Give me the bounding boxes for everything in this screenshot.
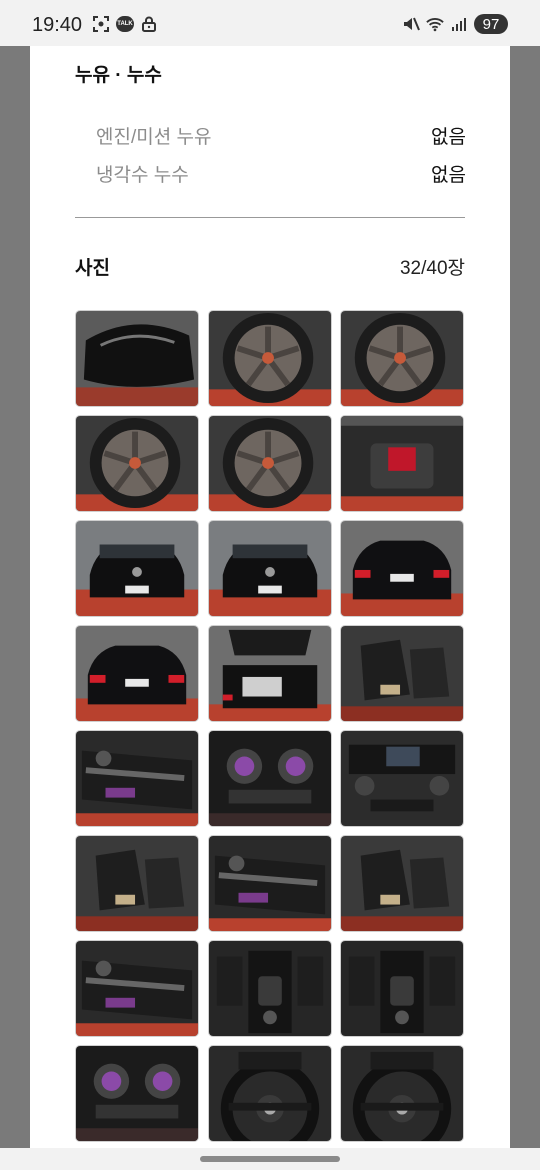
rear-vents-photo[interactable]	[208, 730, 332, 827]
status-left-icons: TALK	[92, 15, 158, 33]
photos-title: 사진	[75, 258, 110, 279]
wheel-photo[interactable]	[340, 310, 464, 407]
center-console-photo[interactable]	[208, 940, 332, 1037]
wheel-photo[interactable]	[208, 415, 332, 512]
driver-seat-photo[interactable]	[340, 835, 464, 932]
leak-row-coolant: 냉각수 누수 없음	[96, 160, 466, 190]
trunk-open-photo[interactable]	[208, 625, 332, 722]
leak-row-engine: 엔진/미션 누유 없음	[96, 122, 466, 152]
car-front-photo[interactable]	[75, 520, 199, 617]
wifi-icon	[426, 15, 444, 33]
door-panel-photo[interactable]	[75, 730, 199, 827]
engine-bay-photo[interactable]	[340, 415, 464, 512]
inspection-sheet: 누유 · 누수 엔진/미션 누유 없음 냉각수 누수 없음 사진 32/40장	[30, 46, 510, 1148]
kakaotalk-icon: TALK	[116, 16, 134, 32]
door-ambient-light-photo[interactable]	[75, 940, 199, 1037]
status-right-icons: 97	[402, 14, 508, 34]
battery-icon: 97	[474, 14, 508, 34]
status-time: 19:40	[32, 14, 83, 36]
car-rear-angle-photo[interactable]	[75, 625, 199, 722]
dashboard-photo[interactable]	[340, 730, 464, 827]
steering-wheel-photo[interactable]	[208, 1045, 332, 1142]
status-bar: 19:40 TALK 97	[0, 0, 540, 46]
mute-icon	[402, 15, 420, 33]
leak-value: 없음	[431, 165, 466, 186]
photos-count: 32/40장	[399, 258, 465, 279]
divider	[75, 217, 465, 218]
car-rear-photo[interactable]	[340, 520, 464, 617]
home-handle[interactable]	[200, 1156, 340, 1162]
signal-icon	[450, 15, 468, 33]
air-vents-photo[interactable]	[75, 1045, 199, 1142]
steering-controls-photo[interactable]	[340, 1045, 464, 1142]
leak-label: 엔진/미션 누유	[96, 127, 212, 148]
wheel-photo[interactable]	[75, 415, 199, 512]
car-front-angle-photo[interactable]	[208, 520, 332, 617]
navigation-bar	[0, 1148, 540, 1170]
side-mirror-photo[interactable]	[75, 310, 199, 407]
screenshot-icon	[92, 15, 110, 33]
rear-seat-photo[interactable]	[340, 625, 464, 722]
door-seat-controls-photo[interactable]	[208, 835, 332, 932]
gear-console-photo[interactable]	[340, 940, 464, 1037]
leak-section-title: 누유 · 누수	[75, 65, 162, 86]
leak-label: 냉각수 누수	[96, 165, 189, 186]
leak-value: 없음	[431, 127, 466, 148]
wheel-photo[interactable]	[208, 310, 332, 407]
front-seats-photo[interactable]	[75, 835, 199, 932]
lock-icon	[140, 15, 158, 33]
